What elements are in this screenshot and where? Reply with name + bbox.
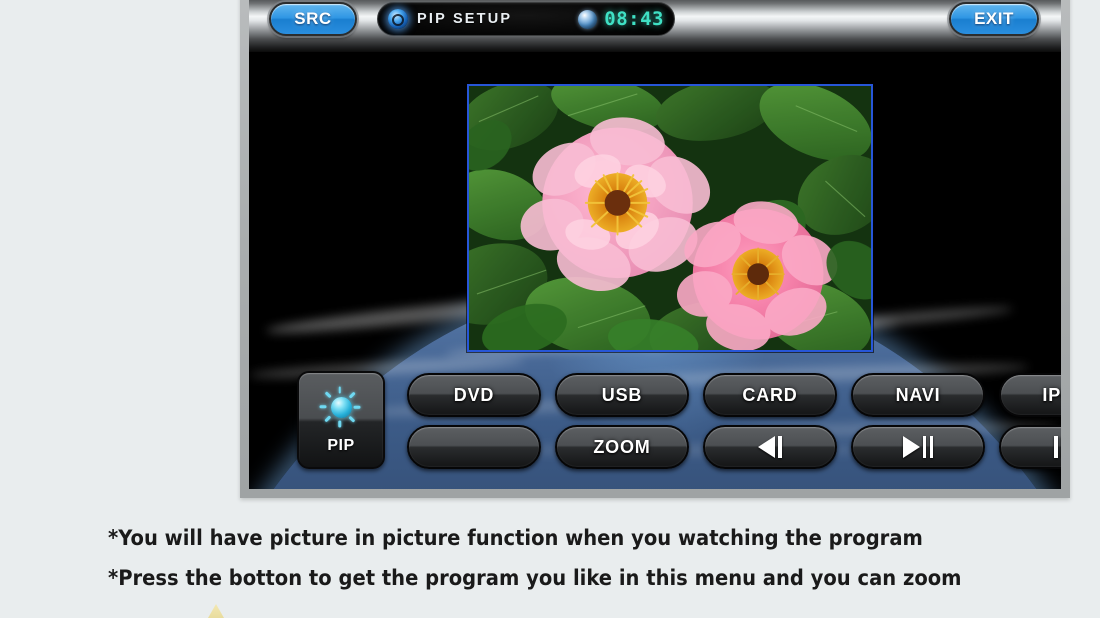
deck-button-blank[interactable] [407, 425, 541, 469]
brightness-sun-icon [319, 385, 363, 429]
deck-button-previous[interactable] [703, 425, 837, 469]
pip-orb-icon [388, 9, 408, 29]
clock-time: 08:43 [604, 8, 664, 30]
deck-row-one: DVD USB CARD NAVI IPOD [407, 373, 1061, 417]
src-button[interactable]: SRC [269, 2, 357, 36]
deck-button-ipod[interactable]: IPOD [999, 373, 1061, 417]
deck-button-next[interactable] [999, 425, 1061, 469]
src-button-label: SRC [294, 9, 332, 28]
play-pause-icon [902, 436, 934, 458]
deck-button-zoom-label: ZOOM [593, 436, 651, 457]
device-frame: SRC PIP SETUP 08:43 EXIT PIP DVD USB CAR… [240, 0, 1070, 498]
deck-button-navi[interactable]: NAVI [851, 373, 985, 417]
deck-button-card-label: CARD [742, 384, 798, 405]
pip-button-label: PIP [327, 437, 355, 454]
deck-button-usb-label: USB [601, 384, 643, 405]
deck-button-zoom[interactable]: ZOOM [555, 425, 689, 469]
top-toolbar: SRC PIP SETUP 08:43 EXIT [249, 0, 1061, 52]
pip-button[interactable]: PIP [297, 371, 385, 469]
deck-button-ipod-label: IPOD [1042, 384, 1061, 405]
clock-group: 08:43 [578, 8, 664, 30]
button-deck: PIP DVD USB CARD NAVI IP ZOOM [249, 371, 1061, 483]
exit-button[interactable]: EXIT [949, 2, 1039, 36]
page-title: PIP SETUP [417, 11, 513, 27]
globe-icon [578, 9, 598, 29]
deck-button-usb[interactable]: USB [555, 373, 689, 417]
video-background: PIP DVD USB CARD NAVI IP ZOOM [249, 52, 1061, 489]
deck-button-navi-label: NAVI [895, 384, 941, 405]
previous-track-icon [758, 436, 782, 458]
caption-line-2: *Press the botton to get the program you… [108, 566, 962, 590]
caption-block: *You will have picture in picture functi… [108, 526, 1068, 618]
caption-line-1: *You will have picture in picture functi… [108, 526, 923, 550]
deck-button-play-pause[interactable] [851, 425, 985, 469]
pip-video-content [469, 86, 871, 350]
next-track-icon [1054, 436, 1061, 458]
deck-button-blank-left[interactable]: DVD [407, 373, 541, 417]
deck-button-blank-left-label: DVD [453, 384, 495, 405]
exit-button-label: EXIT [974, 9, 1014, 28]
decorative-marker [208, 604, 224, 618]
device-screen: SRC PIP SETUP 08:43 EXIT PIP DVD USB CAR… [249, 0, 1061, 489]
title-capsule: PIP SETUP 08:43 [377, 2, 675, 36]
pip-window[interactable] [467, 84, 873, 352]
deck-button-card[interactable]: CARD [703, 373, 837, 417]
deck-row-two: ZOOM [407, 425, 1061, 469]
